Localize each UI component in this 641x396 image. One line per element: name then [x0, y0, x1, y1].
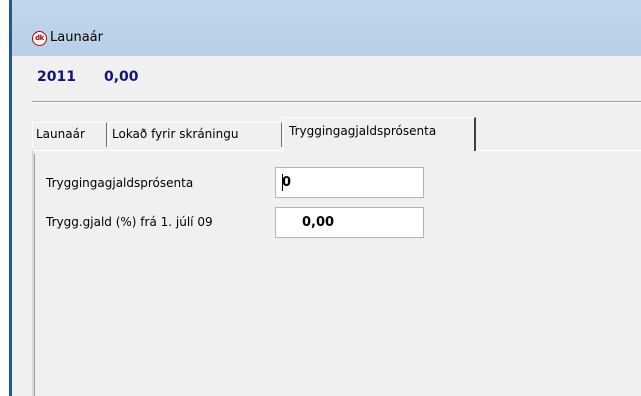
summary-year: 2011	[37, 69, 76, 85]
percentage-input[interactable]: 0	[275, 167, 424, 198]
tab-lokad-fyrir-skraningu[interactable]: Lokað fyrir skráningu	[108, 122, 282, 147]
from-date-percentage-label: Trygg.gjald (%) frá 1. júlí 09	[46, 215, 213, 229]
percentage-label: Tryggingagjaldsprósenta	[46, 176, 194, 190]
dk-app-icon[interactable]: dk	[32, 31, 47, 46]
tab-launaar[interactable]: Launaár	[32, 122, 107, 147]
text-caret	[282, 174, 283, 191]
summary-value: 0,00	[104, 69, 139, 85]
from-date-percentage-field[interactable]: 0,00	[275, 207, 424, 238]
desktop-edge	[0, 0, 9, 396]
tab-tryggingagjaldsprosenta[interactable]: Tryggingagjaldsprósenta	[283, 117, 476, 151]
panel-inner-border	[34, 154, 35, 396]
separator-highlight	[32, 102, 641, 103]
window-title: Launaár	[50, 30, 103, 45]
title-bar[interactable]	[12, 0, 641, 56]
